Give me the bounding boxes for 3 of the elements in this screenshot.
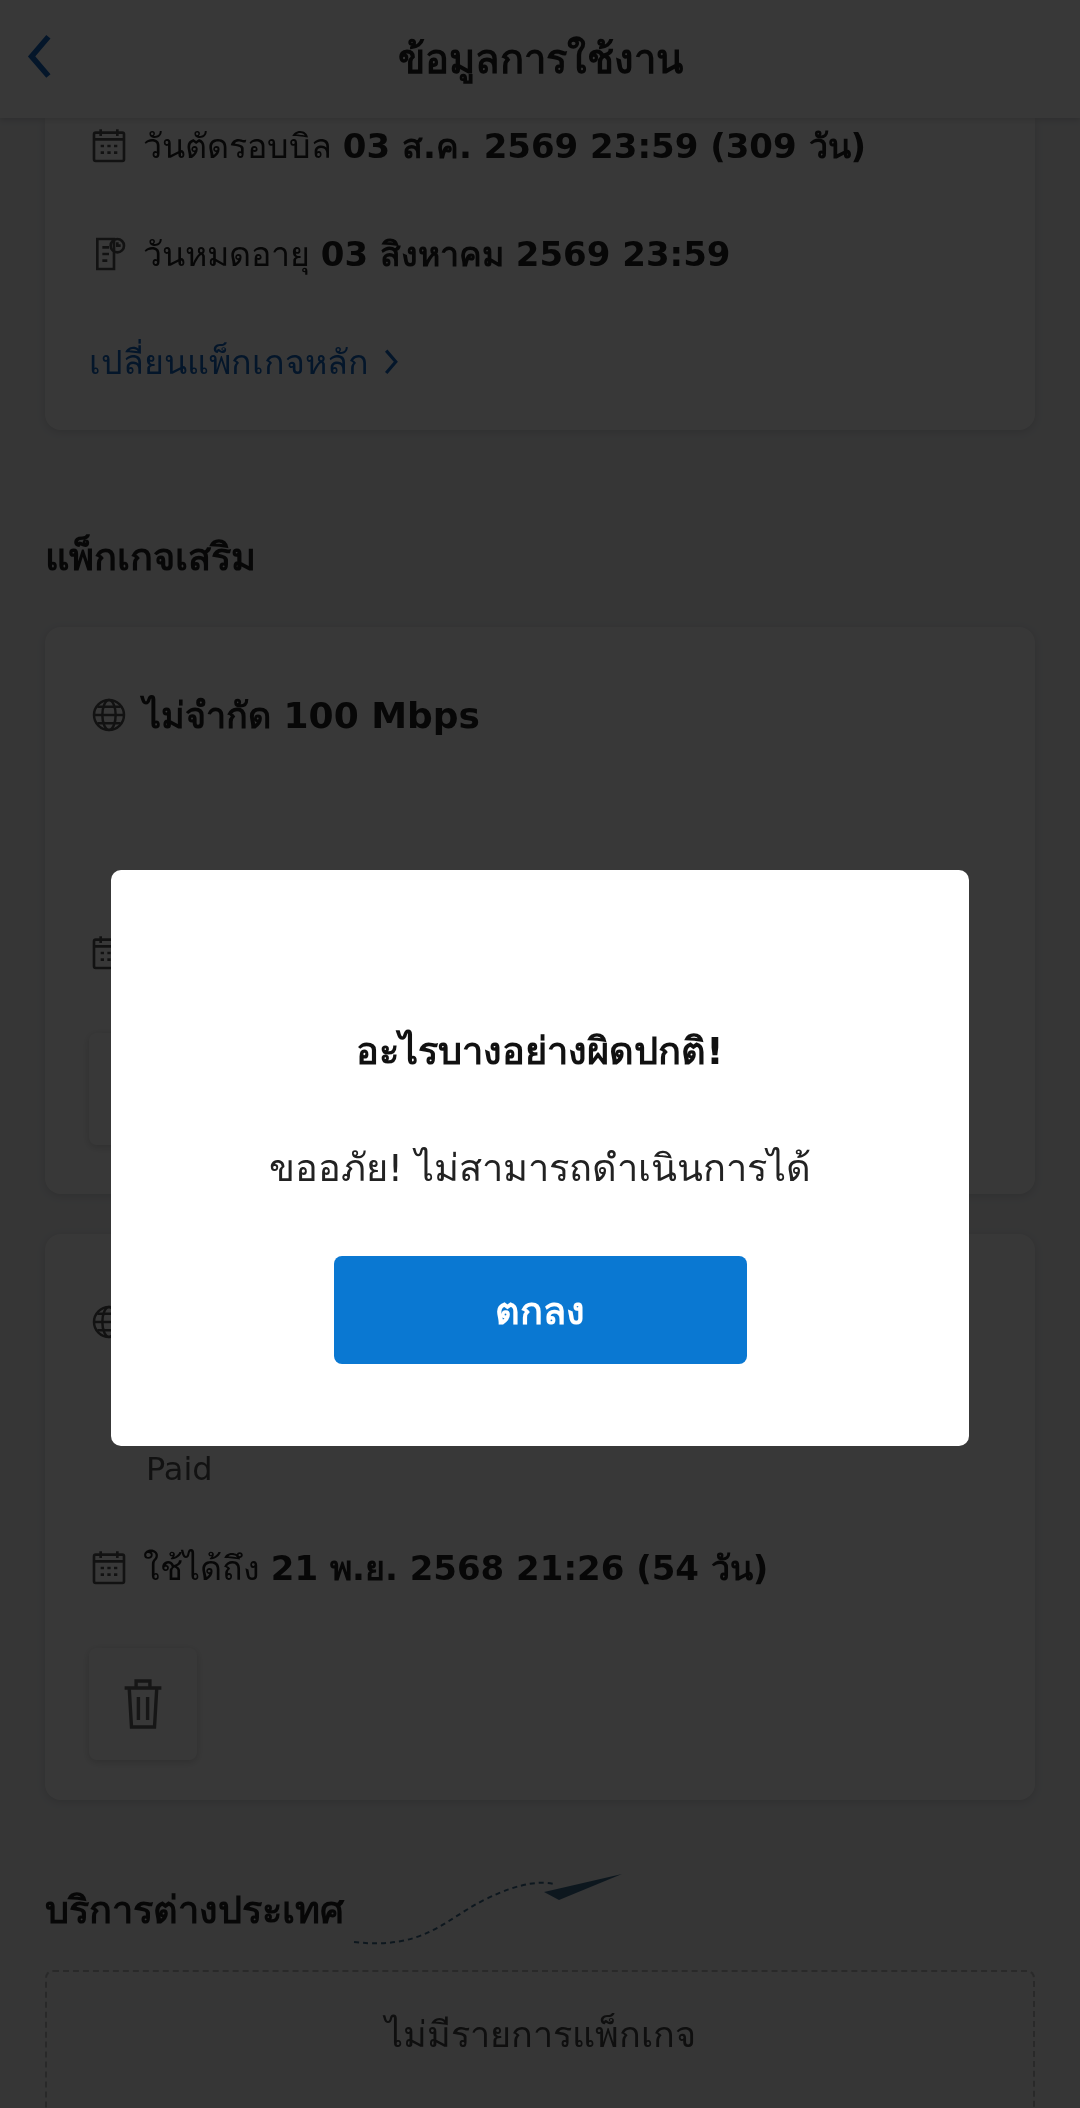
dialog-message: ขออภัย! ไม่สามารถดำเนินการได้ [268,1145,812,1192]
ok-button[interactable]: ตกลง [333,1256,747,1364]
dialog-title: อะไรบางอย่างผิดปกติ! [356,1028,724,1075]
